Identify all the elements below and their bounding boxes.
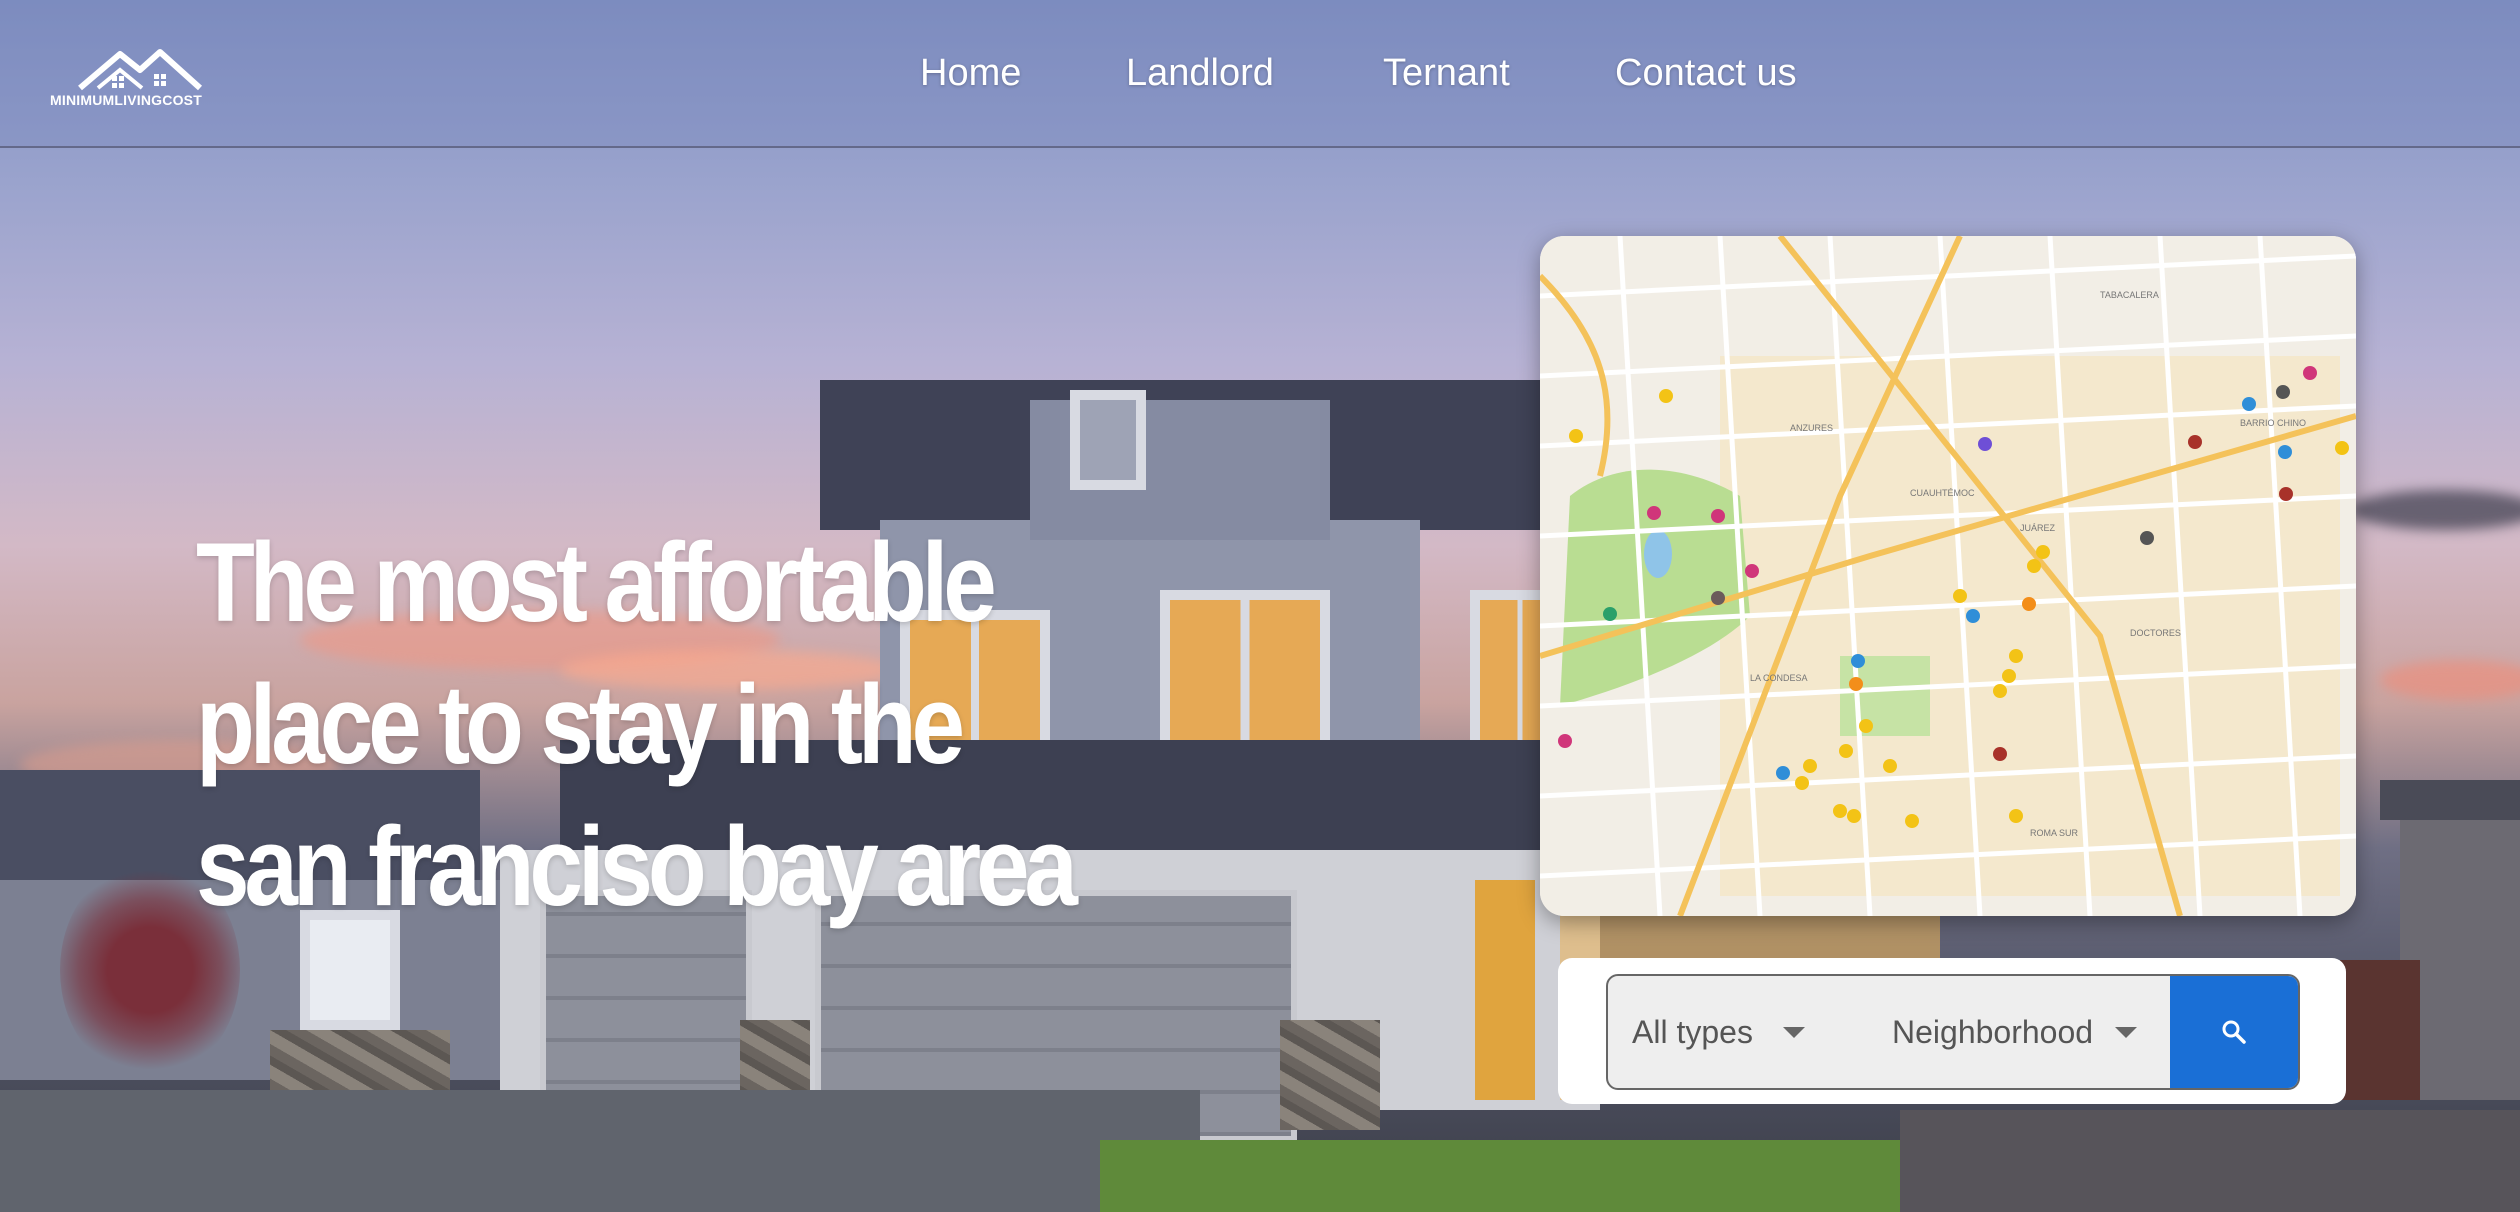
neighborhood-select-value: Neighborhood [1892,1013,2094,1050]
svg-text:ANZURES: ANZURES [1790,423,1833,433]
city-map-image: ANZURES CUAUHTÉMOC JUÁREZ BARRIO CHINO DOC… [1540,236,2356,916]
svg-text:BARRIO CHINO: BARRIO CHINO [2240,418,2306,428]
nav-landlord[interactable]: Landlord [1126,52,1274,95]
neighborhood-select[interactable]: Neighborhood [1892,976,2138,1088]
nav-home[interactable]: Home [920,52,1021,95]
hero-line-3: san franciso bay area [196,804,1078,929]
site-header: MINIMUMLIVINGCOST Home Landlord Ternant … [0,0,2520,148]
search-form: All types Neighborhood [1606,974,2300,1090]
map-widget[interactable]: ANZURES CUAUHTÉMOC JUÁREZ BARRIO CHINO DOC… [1540,236,2356,916]
hero-line-2: place to stay in the [196,662,965,787]
svg-text:DOCTORES: DOCTORES [2130,628,2181,638]
svg-text:JUÁREZ: JUÁREZ [2020,523,2056,533]
search-button[interactable] [2170,976,2298,1088]
svg-text:TABACALERA: TABACALERA [2100,290,2159,300]
svg-text:ROMA SUR: ROMA SUR [2030,828,2079,838]
chevron-down-icon [2115,1026,2138,1038]
main-nav: Home Landlord Ternant Contact us [0,52,2520,112]
nav-tenant[interactable]: Ternant [1383,52,1510,95]
property-type-select[interactable]: All types [1632,976,1805,1088]
hero-heading: The most affortable place to stay in the… [196,512,1078,938]
svg-text:CUAUHTÉMOC: CUAUHTÉMOC [1910,488,1975,498]
search-bar-card: All types Neighborhood [1558,958,2346,1104]
nav-contact-us[interactable]: Contact us [1615,52,1797,95]
search-icon [2222,1020,2246,1044]
property-type-select-value: All types [1632,1013,1753,1050]
svg-text:LA CONDESA: LA CONDESA [1750,673,1808,683]
hero-line-1: The most affortable [196,520,997,645]
chevron-down-icon [1782,1026,1805,1038]
